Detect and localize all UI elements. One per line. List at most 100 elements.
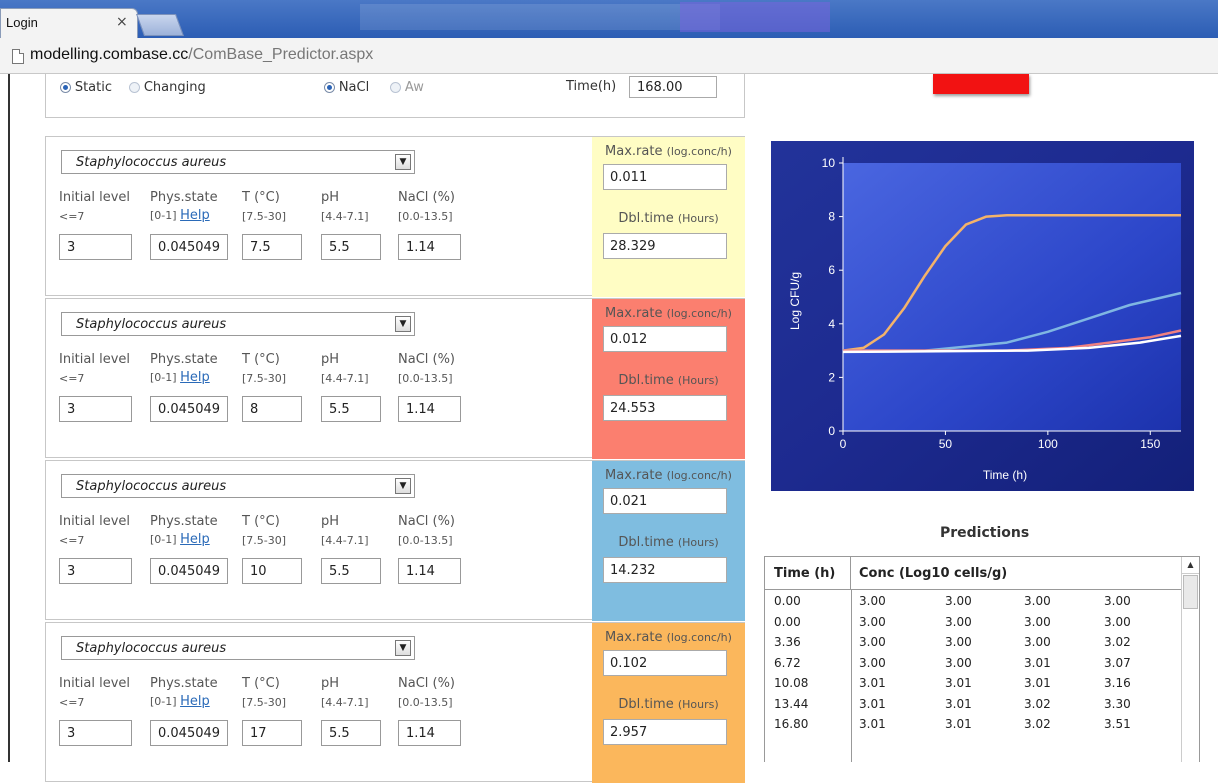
url-path: /ComBase_Predictor.aspx	[188, 46, 374, 63]
table-row: 0.00 3.00 3.00 3.00 3.00	[765, 590, 1181, 611]
conc-cell: 3.00	[859, 655, 886, 670]
phys-state-range: [0-1] Help	[150, 532, 210, 547]
phys-range-text: [0-1]	[150, 209, 177, 222]
initial-level-input[interactable]: 3	[59, 234, 132, 260]
help-link[interactable]: Help	[180, 370, 210, 385]
tab-close-button[interactable]: ×	[116, 14, 128, 30]
conc-cell: 3.00	[1024, 635, 1051, 649]
new-tab-button[interactable]	[135, 14, 185, 36]
organism-select[interactable]: Staphylococcus aureus ▼	[61, 150, 415, 174]
nacl-option[interactable]: NaCl	[324, 80, 369, 95]
chevron-down-icon[interactable]: ▼	[395, 154, 411, 170]
time-column-header: Time (h)	[765, 557, 851, 590]
nacl-input[interactable]: 1.14	[398, 396, 461, 422]
initial-level-label: Initial level	[59, 190, 131, 205]
scroll-thumb[interactable]	[1183, 575, 1198, 609]
nacl-percent-label: NaCl (%)	[398, 676, 456, 691]
conc-column-header: Conc (Log10 cells/g)	[859, 566, 1008, 581]
max-rate-label: Max.rate (log.conc/h)	[592, 144, 745, 159]
aw-radio[interactable]	[390, 82, 401, 93]
organism-value: Staphylococcus aureus	[76, 641, 227, 656]
url-text[interactable]: modelling.combase.cc/ComBase_Predictor.a…	[30, 46, 373, 64]
changing-option[interactable]: Changing	[129, 80, 206, 95]
max-rate-output: 0.021	[603, 488, 727, 514]
aw-option[interactable]: Aw	[390, 80, 424, 95]
help-link[interactable]: Help	[180, 532, 210, 547]
phys-state-input[interactable]: 0.045049	[150, 558, 228, 584]
static-option[interactable]: Static	[60, 80, 112, 95]
scrollbar[interactable]: ▲	[1181, 557, 1199, 762]
address-bar[interactable]: modelling.combase.cc/ComBase_Predictor.a…	[0, 38, 1218, 74]
ph-label: pH	[321, 190, 340, 205]
ph-input[interactable]: 5.5	[321, 234, 381, 260]
temperature-input[interactable]: 7.5	[242, 234, 302, 260]
changing-label: Changing	[143, 80, 206, 95]
chevron-down-icon[interactable]: ▼	[395, 316, 411, 332]
chevron-down-icon[interactable]: ▼	[395, 640, 411, 656]
initial-level-range: <=7	[59, 210, 85, 223]
phys-state-range: [0-1] Help	[150, 694, 210, 709]
organism-select[interactable]: Staphylococcus aureus ▼	[61, 474, 415, 498]
x-tick-label: 150	[1140, 437, 1160, 451]
titlebar-decoration	[360, 4, 720, 30]
temperature-input[interactable]: 17	[242, 720, 302, 746]
x-tick-label: 50	[939, 437, 953, 451]
time-input[interactable]: 168.00	[629, 76, 717, 98]
conc-cell: 3.01	[1024, 676, 1051, 690]
phys-state-range: [0-1] Help	[150, 370, 210, 385]
static-label: Static	[74, 80, 112, 95]
initial-level-label: Initial level	[59, 676, 131, 691]
conc-cell: 3.07	[1104, 655, 1131, 670]
phys-state-label: Phys.state	[150, 514, 218, 529]
result-panel: Max.rate (log.conc/h) 0.012 Dbl.time (Ho…	[592, 299, 745, 459]
organism-select[interactable]: Staphylococcus aureus ▼	[61, 636, 415, 660]
dbl-time-unit: (Hours)	[677, 374, 719, 387]
model-options: Static Changing NaCl Aw Time(h) 168.00	[45, 74, 745, 118]
static-radio[interactable]	[60, 82, 71, 93]
nacl-input[interactable]: 1.14	[398, 234, 461, 260]
scroll-up-icon[interactable]: ▲	[1182, 557, 1199, 574]
ph-range: [4.4-7.1]	[321, 372, 369, 385]
x-axis-label: Time (h)	[983, 468, 1027, 482]
time-cell: 0.00	[774, 594, 801, 608]
predict-button[interactable]	[933, 74, 1029, 94]
initial-level-input[interactable]: 3	[59, 720, 132, 746]
ph-label: pH	[321, 514, 340, 529]
ph-input[interactable]: 5.5	[321, 558, 381, 584]
help-link[interactable]: Help	[180, 208, 210, 223]
organism-select[interactable]: Staphylococcus aureus ▼	[61, 312, 415, 336]
max-rate-unit: (log.conc/h)	[666, 469, 732, 482]
conc-cell: 3.01	[945, 717, 972, 731]
help-link[interactable]: Help	[180, 694, 210, 709]
initial-level-label: Initial level	[59, 352, 131, 367]
url-domain: modelling.combase.cc	[30, 46, 189, 63]
initial-level-input[interactable]: 3	[59, 396, 132, 422]
organism-panel-2: Staphylococcus aureus ▼ Initial level <=…	[45, 298, 745, 459]
nacl-range: [0.0-13.5]	[398, 696, 453, 709]
browser-tab[interactable]: Login ×	[0, 8, 138, 38]
conc-cell: 3.30	[1104, 696, 1131, 711]
chevron-down-icon[interactable]: ▼	[395, 478, 411, 494]
ph-input[interactable]: 5.5	[321, 396, 381, 422]
conc-cell: 3.01	[945, 676, 972, 690]
nacl-input[interactable]: 1.14	[398, 558, 461, 584]
nacl-radio[interactable]	[324, 82, 335, 93]
temperature-label: T (°C)	[242, 352, 280, 367]
conc-cell: 3.00	[1024, 594, 1051, 608]
temperature-input[interactable]: 8	[242, 396, 302, 422]
nacl-percent-label: NaCl (%)	[398, 352, 456, 367]
temperature-input[interactable]: 10	[242, 558, 302, 584]
max-rate-output: 0.102	[603, 650, 727, 676]
phys-state-input[interactable]: 0.045049	[150, 720, 228, 746]
phys-state-input[interactable]: 0.045049	[150, 396, 228, 422]
dbl-time-unit: (Hours)	[677, 212, 719, 225]
nacl-input[interactable]: 1.14	[398, 720, 461, 746]
changing-radio[interactable]	[129, 82, 140, 93]
ph-input[interactable]: 5.5	[321, 720, 381, 746]
phys-state-input[interactable]: 0.045049	[150, 234, 228, 260]
initial-level-range: <=7	[59, 372, 85, 385]
nacl-percent-label: NaCl (%)	[398, 190, 456, 205]
predictions-title: Predictions	[940, 525, 1030, 541]
titlebar-decoration	[680, 2, 830, 32]
initial-level-input[interactable]: 3	[59, 558, 132, 584]
